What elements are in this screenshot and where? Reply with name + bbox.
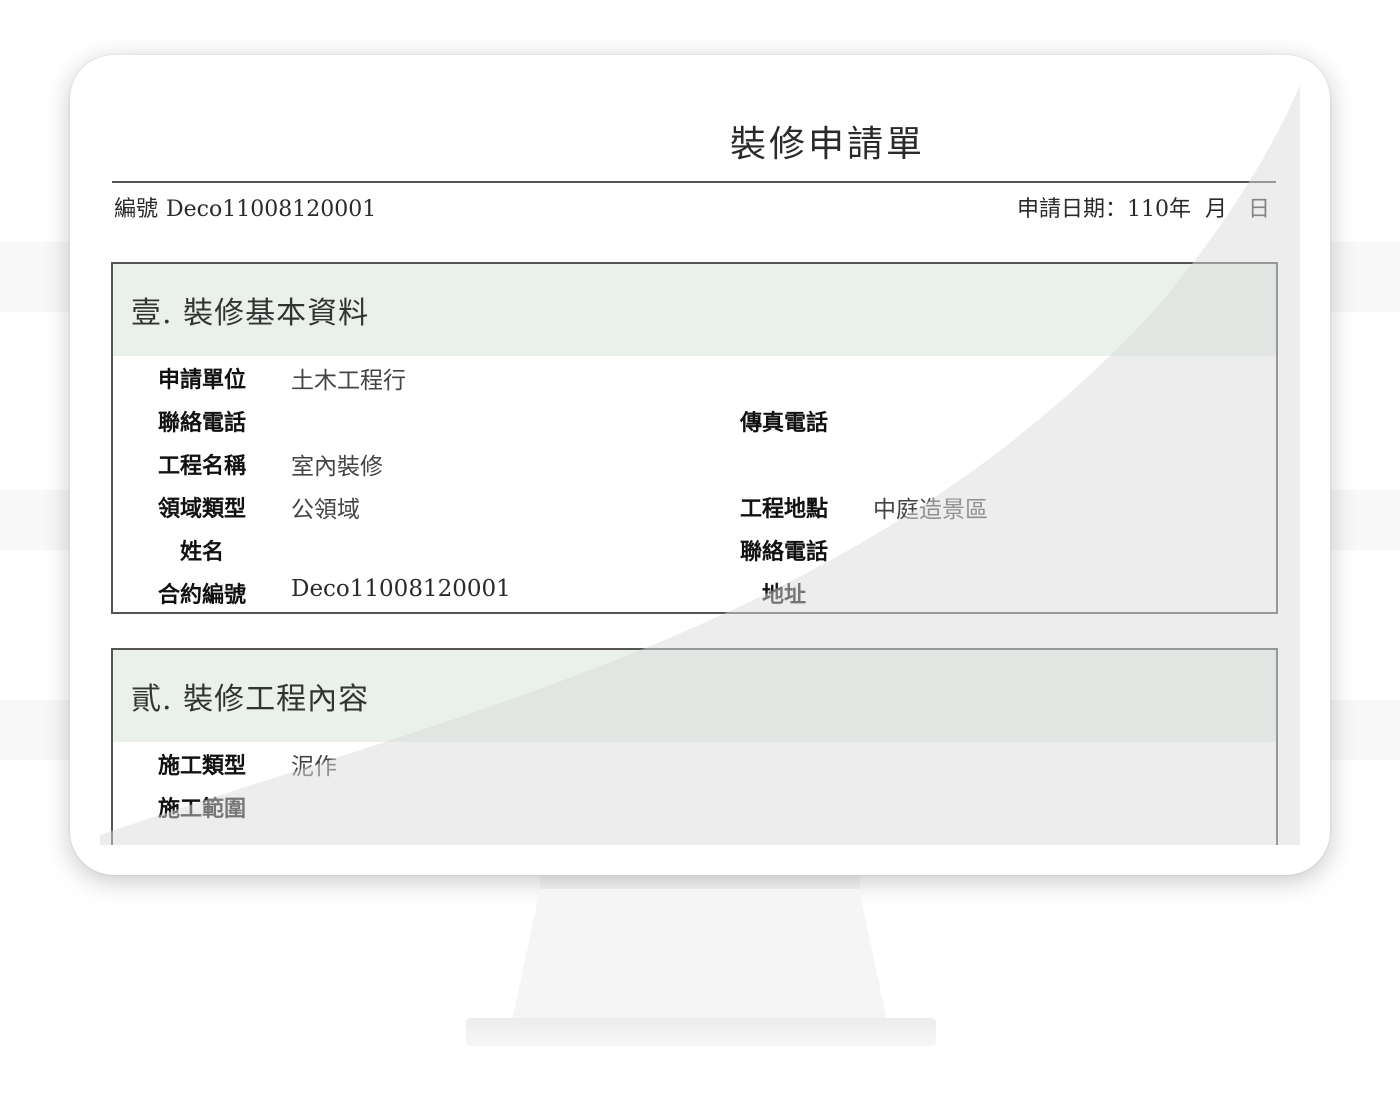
section-heading: 壹. 裝修基本資料 bbox=[131, 296, 370, 331]
field-label-domain-type: 領域類型 bbox=[157, 497, 246, 522]
field-label-construction-scope: 施工範圍 bbox=[157, 797, 246, 822]
form-row: 姓名 聯絡電話 bbox=[113, 528, 1276, 571]
form-row: 工程名稱 室內裝修 bbox=[113, 442, 1276, 485]
monitor-stand-neck bbox=[540, 875, 860, 891]
section-heading: 貳. 裝修工程內容 bbox=[131, 682, 370, 717]
field-label-applicant-unit: 申請單位 bbox=[157, 368, 246, 393]
field-value-contract-number: Deco11008120001 bbox=[291, 576, 511, 602]
field-value-project-location: 中庭造景區 bbox=[873, 497, 988, 523]
field-value-construction-type: 泥作 bbox=[291, 754, 337, 780]
page-background: 裝修申請單 編號 Deco11008120001 申請日期：110年 月 日 壹.… bbox=[0, 0, 1400, 1100]
field-label-address: 地址 bbox=[761, 583, 806, 608]
section-header: 壹. 裝修基本資料 bbox=[113, 264, 1276, 356]
monitor-frame: 裝修申請單 編號 Deco11008120001 申請日期：110年 月 日 壹.… bbox=[70, 55, 1330, 875]
apply-date: 申請日期：110年 月 日 bbox=[1017, 197, 1270, 222]
field-value-domain-type: 公領域 bbox=[291, 497, 360, 523]
field-label-construction-type: 施工類型 bbox=[157, 754, 246, 779]
field-label-fax: 傳真電話 bbox=[739, 411, 828, 436]
field-value-applicant-unit: 土木工程行 bbox=[291, 368, 406, 394]
document-title: 裝修申請單 bbox=[730, 124, 926, 165]
field-label-contract-number: 合約編號 bbox=[157, 583, 246, 608]
title-divider bbox=[112, 181, 1276, 183]
form-row: 聯絡電話 傳真電話 bbox=[113, 399, 1276, 442]
section-header: 貳. 裝修工程內容 bbox=[113, 650, 1276, 742]
monitor-screen: 裝修申請單 編號 Deco11008120001 申請日期：110年 月 日 壹.… bbox=[100, 85, 1300, 845]
form-row: 施工範圍 bbox=[113, 785, 1276, 828]
form-row: 申請單位 土木工程行 bbox=[113, 356, 1276, 399]
form-row: 合約編號 Deco11008120001 地址 bbox=[113, 571, 1276, 614]
field-label-name: 姓名 bbox=[179, 540, 224, 565]
field-label-project-name: 工程名稱 bbox=[157, 454, 246, 479]
document-number: 編號 Deco11008120001 bbox=[114, 191, 376, 223]
section-work-content: 貳. 裝修工程內容 施工類型 泥作 施工範圍 bbox=[111, 648, 1278, 845]
field-label-contact-phone: 聯絡電話 bbox=[157, 411, 246, 436]
monitor-stand bbox=[512, 889, 887, 1021]
section-basic-info: 壹. 裝修基本資料 申請單位 土木工程行 聯絡電話 傳真電話 工程名稱 室內裝修 bbox=[111, 262, 1278, 614]
field-label-contact-phone-2: 聯絡電話 bbox=[739, 540, 828, 565]
monitor-stand-base bbox=[466, 1018, 936, 1046]
field-label-project-location: 工程地點 bbox=[739, 497, 828, 522]
form-row: 領域類型 公領域 工程地點 中庭造景區 bbox=[113, 485, 1276, 528]
document-number-label: 編號 bbox=[114, 197, 159, 222]
form-row: 施工類型 泥作 bbox=[113, 742, 1276, 785]
field-value-project-name: 室內裝修 bbox=[291, 454, 383, 480]
document-number-value: Deco11008120001 bbox=[166, 197, 377, 222]
